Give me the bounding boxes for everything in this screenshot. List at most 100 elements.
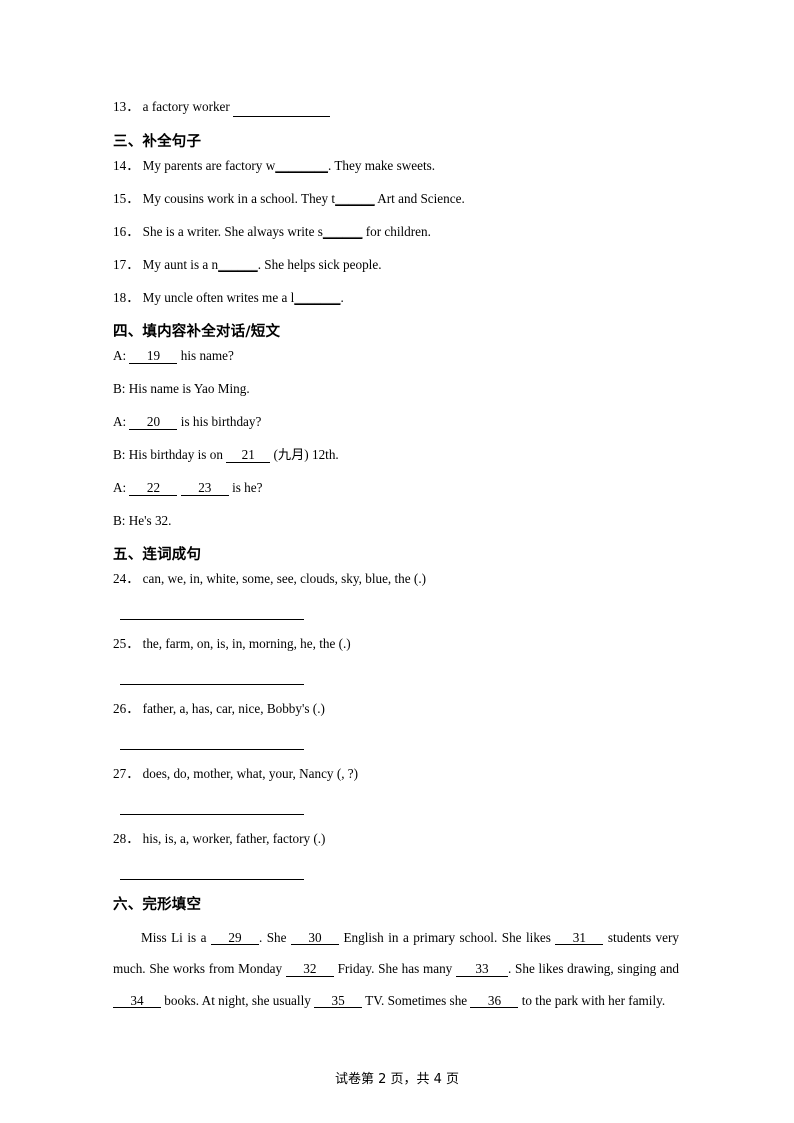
dialogue-text: His birthday is on — [125, 447, 227, 463]
cloze-text: English in a primary school. She likes — [338, 929, 556, 945]
answer-line-28[interactable] — [120, 879, 304, 881]
question-13: 13． a factory worker — [113, 99, 681, 117]
answer-blank-22[interactable]: 22 — [129, 481, 178, 497]
answer-line-26[interactable] — [120, 749, 304, 751]
question-25: 25． the, farm, on, is, in, morning, he, … — [113, 636, 681, 653]
dialogue-line-b2: B: His birthday is on 21 (九月) 12th. — [113, 447, 681, 464]
question-27: 27． does, do, mother, what, your, Nancy … — [113, 766, 681, 783]
answer-blank-34[interactable]: 34 — [113, 993, 161, 1009]
dialogue-speaker: A: — [113, 348, 127, 364]
dialogue-line-b3: B: He's 32. — [113, 513, 681, 530]
question-18-text-after: . — [340, 290, 344, 306]
question-13-text: a factory worker — [142, 99, 230, 114]
question-25-number: 25． — [113, 636, 140, 652]
question-15: 15． My cousins work in a school. They t_… — [113, 191, 681, 208]
question-26-number: 26． — [113, 701, 140, 717]
section-heading-3: 三、补全句子 — [113, 134, 202, 150]
exam-page: 13． a factory worker 三、补全句子 14． My paren… — [0, 0, 794, 1123]
question-24-number: 24． — [113, 571, 140, 587]
question-26: 26． father, a, has, car, nice, Bobby's (… — [113, 701, 681, 718]
cloze-text: books. At night, she usually — [161, 992, 315, 1008]
section-heading-4: 四、填内容补全对话/短文 — [113, 324, 281, 341]
answer-blank-19[interactable]: 19 — [129, 349, 178, 365]
question-14: 14． My parents are factory w________. Th… — [113, 158, 681, 175]
question-24: 24． can, we, in, white, some, see, cloud… — [113, 571, 681, 588]
page-footer-text: 试卷第 2 页，共 4 页 — [334, 1072, 460, 1087]
answer-blank-18[interactable]: _______ — [294, 290, 340, 305]
answer-line-24[interactable] — [120, 619, 304, 621]
section-heading-5: 五、连词成句 — [113, 547, 202, 564]
cloze-passage: Miss Li is a 29. She 30 English in a pri… — [113, 922, 679, 1017]
question-14-number: 14． — [113, 158, 140, 174]
question-18-text-before: My uncle often writes me a l — [142, 290, 295, 306]
answer-blank-13[interactable] — [233, 99, 331, 117]
dialogue-line-b1: B: His name is Yao Ming. — [113, 381, 681, 398]
question-25-text: the, farm, on, is, in, morning, he, the … — [142, 636, 351, 652]
answer-line-27[interactable] — [120, 814, 304, 816]
section-heading-6: 六、完形填空 — [113, 897, 202, 914]
dialogue-line-a2: A: 20 is his birthday? — [113, 414, 681, 431]
answer-blank-15[interactable]: ______ — [335, 191, 375, 206]
dialogue-line-a3: A: 22 23 is he? — [113, 480, 681, 497]
dialogue-text: his name? — [177, 348, 234, 364]
question-17-number: 17． — [113, 257, 140, 273]
question-17-text-after: . She helps sick people. — [257, 257, 382, 273]
question-27-text: does, do, mother, what, your, Nancy (, ?… — [142, 766, 359, 782]
question-15-text-before: My cousins work in a school. They t — [142, 191, 336, 207]
dialogue-speaker: B: — [113, 381, 126, 397]
question-15-number: 15． — [113, 191, 140, 207]
question-17: 17． My aunt is a n______. She helps sick… — [113, 257, 681, 274]
question-14-text-after: . They make sweets. — [327, 158, 436, 174]
answer-line-25[interactable] — [120, 684, 304, 686]
question-16-number: 16． — [113, 224, 140, 240]
answer-blank-16[interactable]: ______ — [323, 224, 363, 239]
page-content: 13． a factory worker 三、补全句子 14． My paren… — [113, 99, 681, 1016]
cloze-text: to the park with her family. — [518, 992, 666, 1008]
dialogue-text: (九月) 12th. — [270, 447, 339, 463]
question-18: 18． My uncle often writes me a l_______. — [113, 290, 681, 307]
question-13-number: 13． — [113, 99, 140, 114]
answer-blank-32[interactable]: 32 — [285, 962, 334, 977]
dialogue-speaker: B: — [113, 447, 126, 463]
answer-blank-35[interactable]: 35 — [314, 993, 363, 1009]
question-16-text-after: for children. — [362, 224, 431, 240]
question-18-number: 18． — [113, 290, 140, 306]
dialogue-speaker: B: — [113, 513, 126, 529]
dialogue-text: is he? — [228, 480, 263, 496]
answer-blank-29[interactable]: 29 — [210, 930, 259, 946]
question-15-text-after: Art and Science. — [374, 191, 465, 207]
dialogue-speaker: A: — [113, 480, 127, 496]
question-27-number: 27． — [113, 766, 140, 782]
cloze-text: TV. Sometimes she — [362, 992, 471, 1008]
answer-blank-33[interactable]: 33 — [456, 962, 509, 977]
dialogue-line-a1: A: 19 his name? — [113, 348, 681, 365]
answer-blank-17[interactable]: ______ — [218, 257, 258, 272]
cloze-text: . She likes drawing, singing and — [508, 961, 680, 976]
answer-blank-14[interactable]: ________ — [275, 158, 328, 173]
dialogue-text: His name is Yao Ming. — [125, 381, 250, 397]
question-16-text-before: She is a writer. She always write s — [142, 224, 323, 240]
dialogue-text: is his birthday? — [177, 414, 262, 430]
cloze-text: Friday. She has many — [333, 961, 457, 976]
answer-blank-20[interactable]: 20 — [129, 415, 178, 431]
question-28-number: 28． — [113, 831, 140, 847]
answer-blank-23[interactable]: 23 — [180, 481, 229, 497]
question-24-text: can, we, in, white, some, see, clouds, s… — [142, 571, 427, 587]
answer-blank-36[interactable]: 36 — [470, 993, 519, 1009]
answer-blank-31[interactable]: 31 — [555, 930, 604, 946]
dialogue-text: He's 32. — [125, 513, 172, 529]
cloze-text: . She — [258, 929, 291, 945]
dialogue-speaker: A: — [113, 414, 127, 430]
question-16: 16． She is a writer. She always write s_… — [113, 224, 681, 241]
question-17-text-before: My aunt is a n — [142, 257, 219, 273]
question-14-text-before: My parents are factory w — [142, 158, 276, 174]
answer-blank-21[interactable]: 21 — [226, 448, 271, 464]
cloze-text: Miss Li is a — [141, 929, 211, 945]
answer-blank-30[interactable]: 30 — [290, 930, 339, 946]
question-26-text: father, a, has, car, nice, Bobby's (.) — [142, 701, 325, 717]
